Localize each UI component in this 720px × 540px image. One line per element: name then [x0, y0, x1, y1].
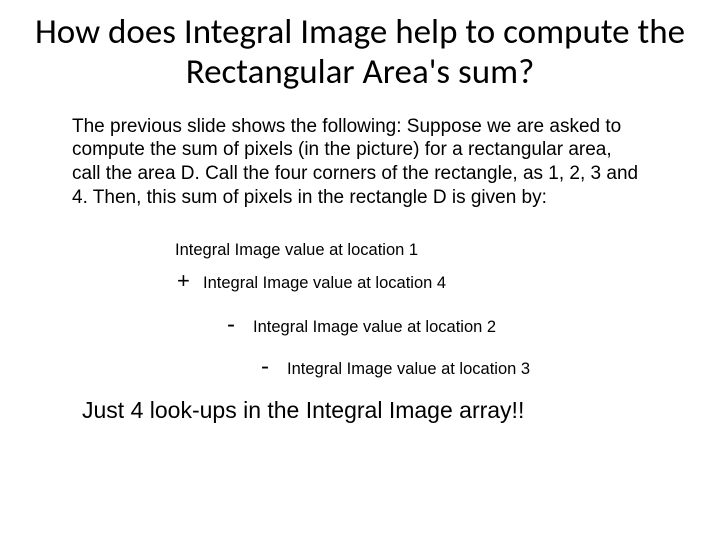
slide-title: How does Integral Image help to compute …	[20, 12, 700, 93]
plus-operator: +	[177, 264, 203, 297]
formula-term-4: Integral Image value at location 3	[287, 357, 530, 382]
formula-term-2: Integral Image value at location 4	[203, 271, 446, 296]
formula-line-2: + Integral Image value at location 4	[175, 264, 700, 297]
formula-line-3: - Integral Image value at location 2	[175, 307, 700, 343]
formula-term-1: Integral Image value at location 1	[175, 238, 418, 263]
body-paragraph: The previous slide shows the following: …	[72, 115, 640, 210]
minus-operator-1: -	[227, 307, 253, 343]
formula-term-3: Integral Image value at location 2	[253, 315, 496, 340]
formula-line-4: - Integral Image value at location 3	[175, 349, 700, 385]
slide: How does Integral Image help to compute …	[0, 0, 720, 540]
minus-operator-2: -	[261, 349, 287, 385]
conclusion-text: Just 4 look-ups in the Integral Image ar…	[82, 397, 700, 424]
formula-block: Integral Image value at location 1 + Int…	[175, 238, 700, 386]
formula-line-1: Integral Image value at location 1	[175, 238, 700, 263]
